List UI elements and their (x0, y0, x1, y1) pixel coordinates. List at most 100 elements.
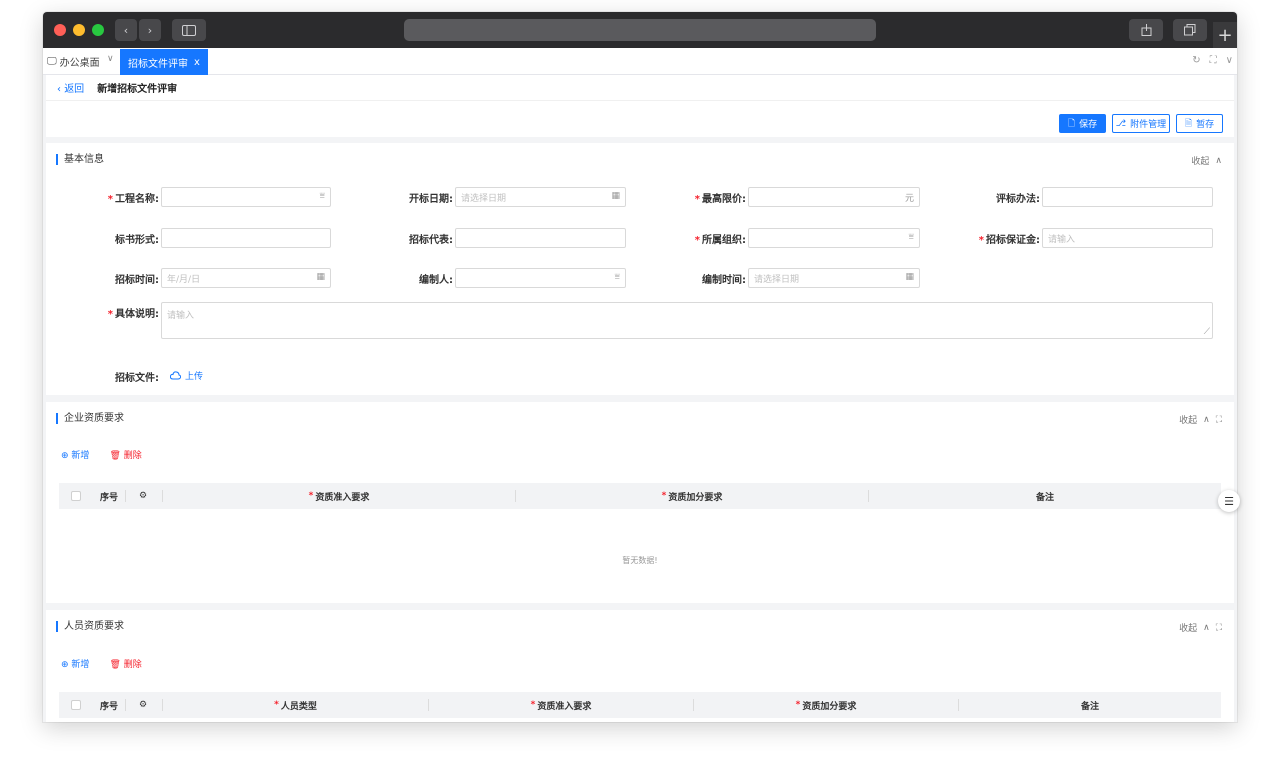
tab-bid-review[interactable]: 招标文件评审 x (120, 49, 208, 75)
sliders-icon: ☰ (1224, 494, 1234, 508)
editor-select[interactable]: ⩸ (455, 268, 626, 288)
eval-method-input[interactable] (1042, 187, 1213, 207)
deposit-label: * 招标保证金: (978, 235, 1040, 246)
fullscreen-icon[interactable]: ⛶ (1216, 415, 1222, 425)
minimize-window-button[interactable] (73, 24, 85, 36)
chevron-left-icon: ‹ (123, 23, 129, 37)
filter-icon: ⩸ (614, 272, 620, 282)
monitor-icon: 🖵 (47, 56, 57, 67)
tabs-overview-button[interactable] (1173, 19, 1207, 41)
chevron-down-icon[interactable]: ∨ (1226, 55, 1233, 66)
bid-time-label: 招标时间: (115, 275, 159, 286)
forward-nav-button[interactable]: › (139, 19, 161, 41)
address-bar[interactable] (404, 19, 876, 41)
description-placeholder: 请输入 (167, 311, 195, 321)
chevron-down-icon[interactable]: ∨ (107, 54, 114, 64)
back-link[interactable]: ‹ 返回 (57, 80, 84, 95)
deposit-placeholder: 请输入 (1048, 234, 1076, 245)
save-button-label: 保存 (1079, 120, 1098, 130)
plus-icon: + (1217, 24, 1233, 46)
save-icon: 🗋 (1067, 118, 1076, 129)
page-title: 新增招标文件评审 (97, 84, 178, 95)
org-select[interactable]: ⩸ (748, 228, 920, 248)
max-price-input[interactable]: 元 (748, 187, 920, 207)
title-bar: ‹ › + (43, 12, 1237, 48)
tab-home[interactable]: 🖵 办公桌面 (47, 54, 100, 69)
refresh-icon[interactable]: ↻ (1192, 55, 1200, 66)
trash-icon: 🗑 (109, 660, 121, 670)
settings-icon[interactable]: ⚙ (131, 692, 155, 718)
project-name-label: * 工程名称: (107, 194, 159, 205)
column-header-bonus: * 资质加分要求 (661, 491, 723, 503)
collapse-label: 收起 (1179, 624, 1198, 634)
edit-time-picker[interactable]: 请选择日期 ▦ (748, 268, 920, 288)
max-price-label: * 最高限价: (694, 194, 746, 205)
bid-time-picker[interactable]: 年/月/日 ▦ (161, 268, 331, 288)
select-all-checkbox[interactable] (71, 491, 81, 501)
upload-button[interactable]: 上传 (170, 369, 203, 382)
editor-label: 编制人: (419, 275, 453, 286)
collapse-label: 收起 (1179, 416, 1198, 426)
currency-unit: 元 (904, 194, 914, 204)
tabs-icon (1184, 24, 1196, 36)
deposit-input[interactable]: 请输入 (1042, 228, 1213, 248)
fullscreen-icon[interactable]: ⛶ (1216, 623, 1222, 633)
maximize-window-button[interactable] (92, 24, 104, 36)
org-label: * 所属组织: (694, 235, 746, 246)
column-settings-float-button[interactable]: ☰ (1218, 490, 1240, 512)
delete-row-button[interactable]: 🗑 删除 (109, 657, 141, 670)
draft-save-button[interactable]: 🗎 暂存 (1176, 114, 1223, 133)
add-row-button[interactable]: ⊕ 新增 (61, 657, 89, 670)
column-header-index: 序号 (99, 701, 118, 712)
fullscreen-icon[interactable]: ⛶ (1210, 55, 1217, 66)
sidebar-toggle-button[interactable] (172, 19, 206, 41)
empty-state: 暂无数据! (622, 556, 658, 565)
tab-home-label: 办公桌面 (59, 58, 100, 69)
enterprise-qualification-section: 企业资质要求 收起 ∧ ⛶ ⊕ 新增 🗑 删除 序号 ⚙ * 资质准入要求 * 资质加分… (46, 402, 1234, 603)
page-header: ‹ 返回 新增招标文件评审 (46, 75, 1234, 101)
close-window-button[interactable] (54, 24, 66, 36)
document-icon: 🗎 (1184, 118, 1193, 129)
attachment-manage-button[interactable]: ⎇ 附件管理 (1112, 114, 1170, 133)
select-all-checkbox[interactable] (71, 700, 81, 710)
plus-circle-icon: ⊕ (61, 451, 69, 461)
cloud-upload-icon (170, 371, 181, 380)
resize-handle-icon[interactable]: ⟋ (1204, 327, 1210, 337)
save-button[interactable]: 🗋 保存 (1059, 114, 1106, 133)
collapse-toggle[interactable]: 收起 ∧ ⛶ (1179, 413, 1222, 427)
tab-bar: 🖵 办公桌面 ∨ 招标文件评审 x ↻ ⛶ ∨ (43, 48, 1237, 75)
collapse-toggle[interactable]: 收起 ∧ (1191, 154, 1222, 168)
section-title: 基本信息 (56, 154, 104, 165)
share-button[interactable] (1129, 19, 1163, 41)
personnel-actions: ⊕ 新增 🗑 删除 (61, 657, 142, 670)
back-nav-button[interactable]: ‹ (115, 19, 137, 41)
bid-agent-label: 招标代表: (409, 235, 453, 246)
bid-time-placeholder: 年/月/日 (167, 274, 201, 285)
section-title: 人员资质要求 (56, 621, 124, 632)
new-tab-button[interactable]: + (1213, 22, 1237, 48)
project-name-select[interactable]: ⩸ (161, 187, 331, 207)
settings-icon[interactable]: ⚙ (131, 483, 155, 509)
open-date-picker[interactable]: 请选择日期 ▦ (455, 187, 626, 207)
description-label: * 具体说明: (107, 309, 159, 320)
collapse-toggle[interactable]: 收起 ∧ ⛶ (1179, 621, 1222, 635)
edit-time-placeholder: 请选择日期 (754, 274, 800, 285)
description-textarea[interactable]: 请输入 ⟋ (161, 302, 1213, 339)
filter-icon: ⩸ (319, 191, 325, 201)
delete-row-button[interactable]: 🗑 删除 (109, 448, 141, 461)
collapse-label: 收起 (1191, 157, 1210, 167)
bid-form-input[interactable] (161, 228, 331, 248)
filter-icon: ⩸ (908, 232, 914, 242)
chevron-right-icon: › (147, 23, 153, 37)
sidebar-icon (182, 24, 196, 36)
chevron-up-icon: ∧ (1203, 622, 1210, 633)
column-header-remark: 备注 (1035, 492, 1054, 503)
browser-window: ‹ › + 🖵 办公桌面 ∨ 招标文件评审 x ↻ ⛶ ∨ ‹ 返回 新增招标文… (43, 12, 1237, 722)
add-row-button[interactable]: ⊕ 新增 (61, 448, 89, 461)
bid-file-label: 招标文件: (115, 373, 159, 384)
enterprise-table-header: 序号 ⚙ * 资质准入要求 * 资质加分要求 备注 (59, 483, 1221, 509)
bid-agent-input[interactable] (455, 228, 626, 248)
close-tab-icon[interactable]: x (194, 57, 200, 68)
paperclip-icon: ⎇ (1115, 118, 1127, 129)
column-header-admission: * 资质准入要求 (308, 491, 370, 503)
